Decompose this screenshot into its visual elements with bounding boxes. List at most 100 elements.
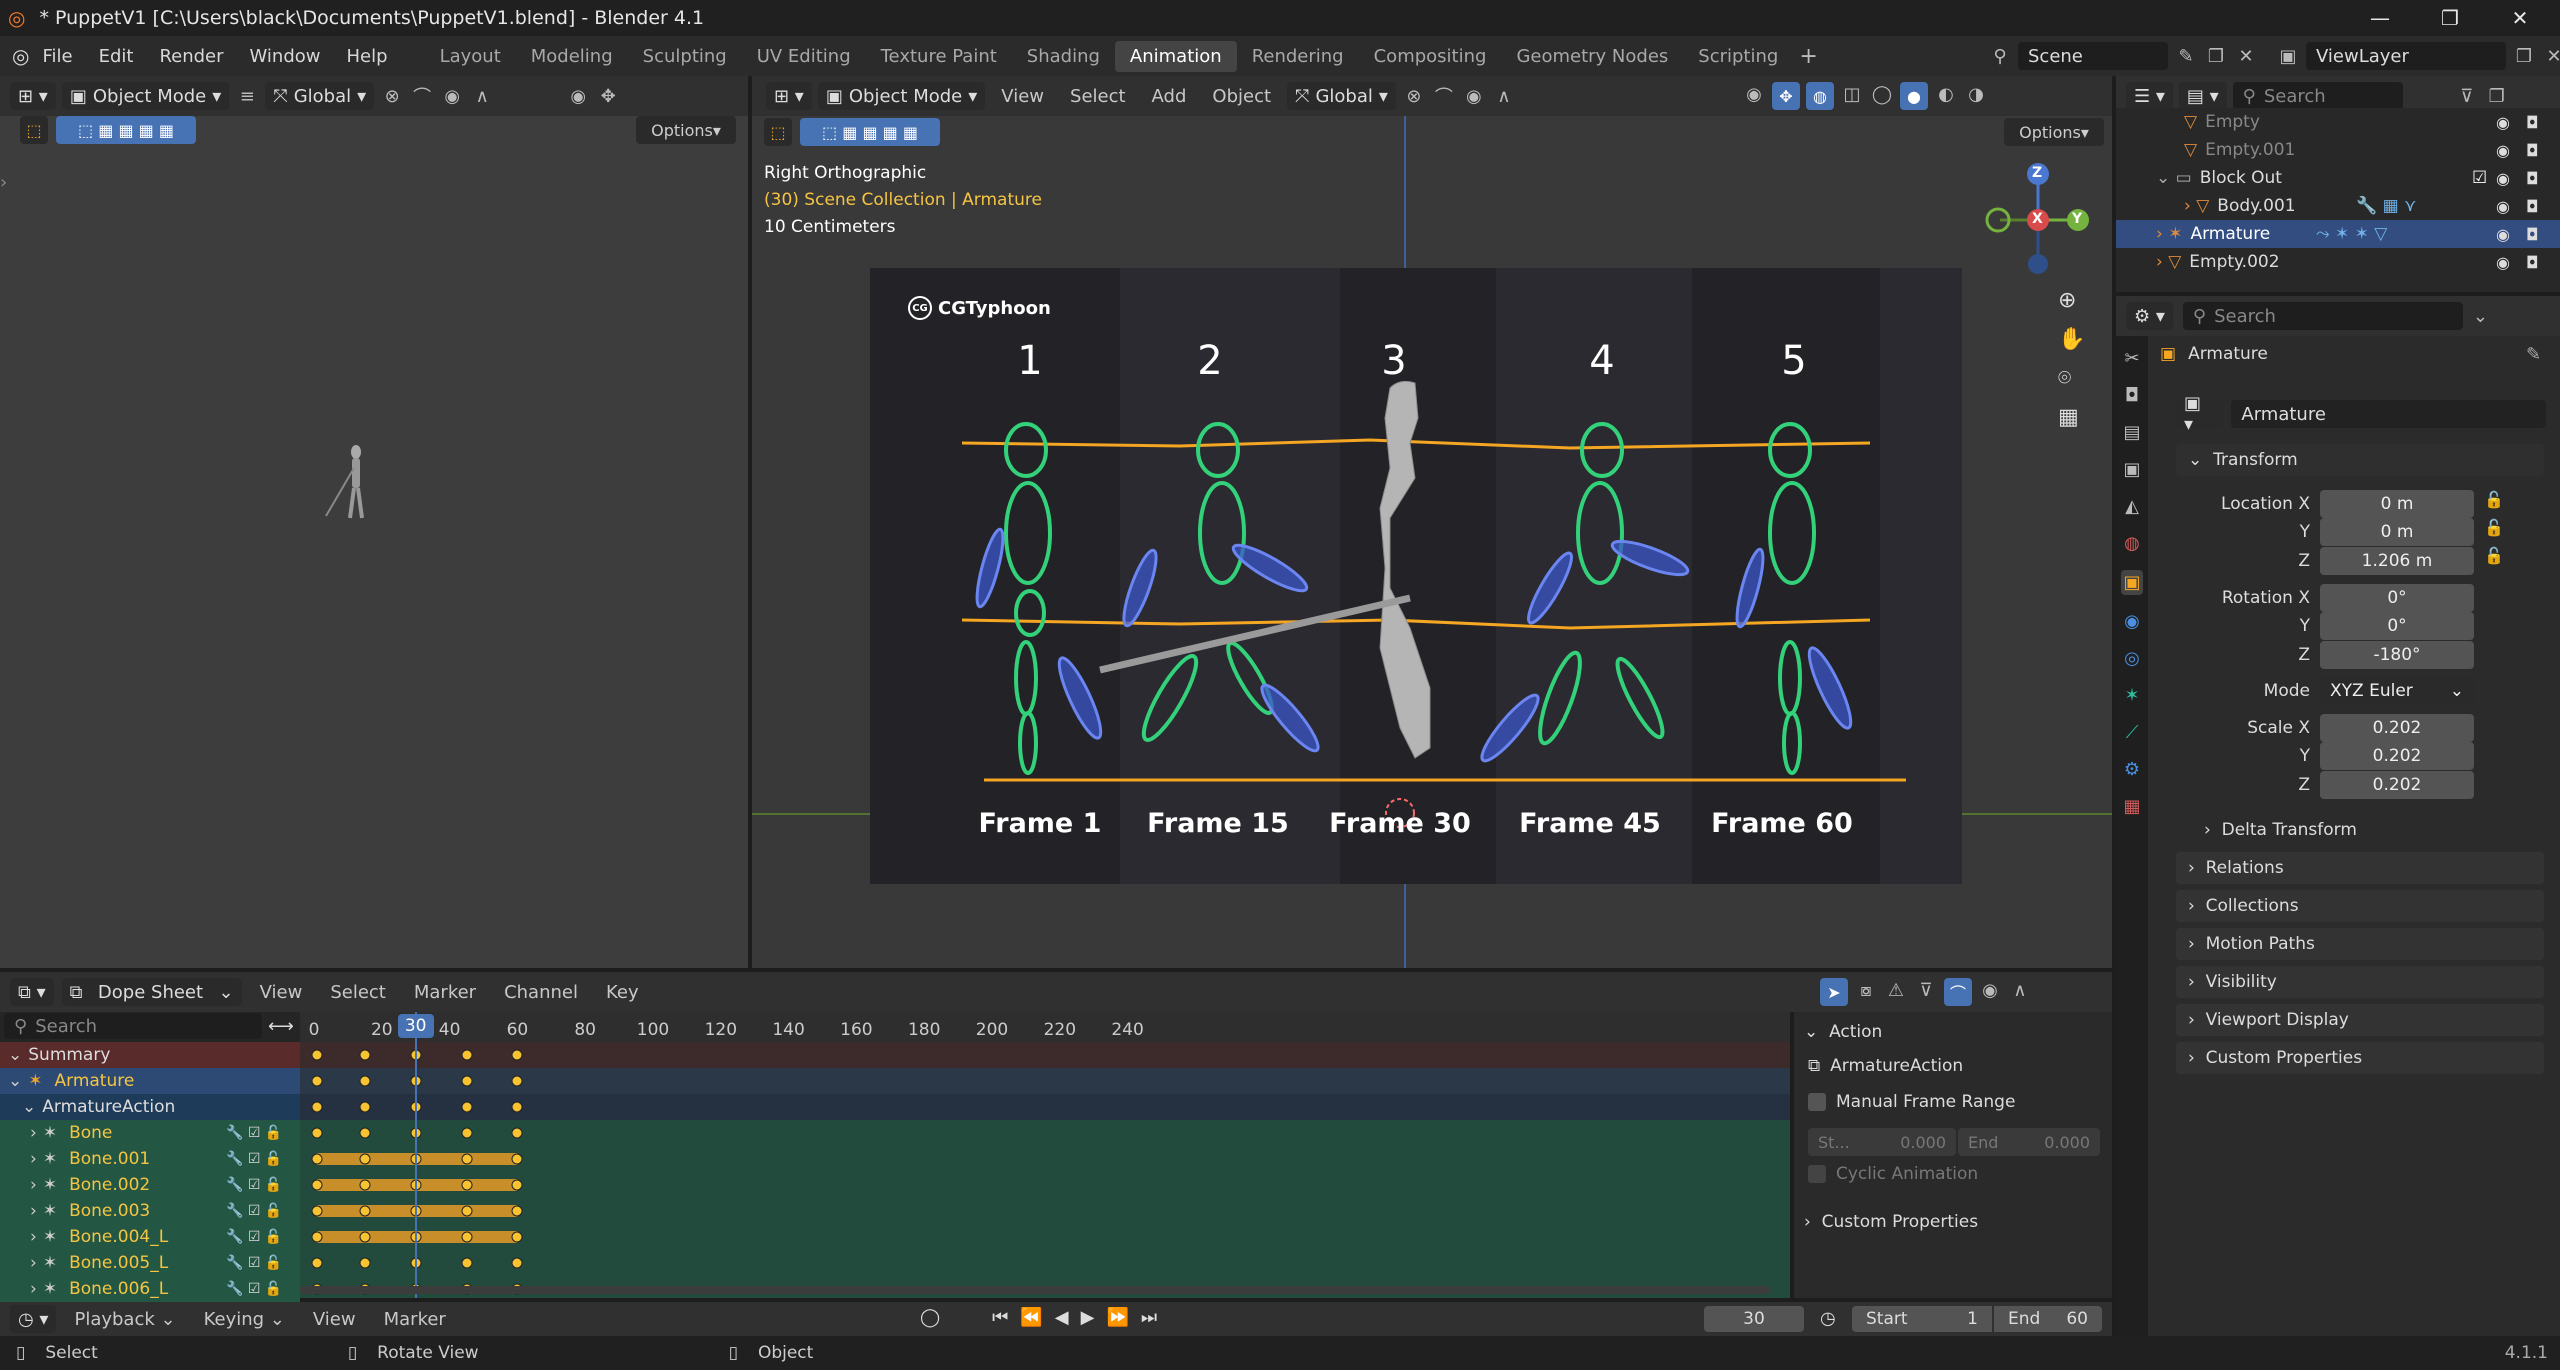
keyframe[interactable] — [461, 1205, 473, 1217]
main-snap-icon[interactable]: ⌒ — [1432, 84, 1456, 108]
keyframe[interactable] — [311, 1179, 323, 1191]
expand-arrow-icon[interactable]: › — [30, 1253, 37, 1273]
camera-view-icon[interactable]: ⌾ — [2058, 366, 2085, 391]
left-mode-select[interactable]: ▣ Object Mode ▾ — [61, 82, 230, 110]
world-tab-icon[interactable]: ◍ — [2124, 533, 2140, 554]
proportional-icon[interactable]: ◉ — [440, 84, 464, 108]
keyframe[interactable] — [461, 1179, 473, 1191]
end-frame-field[interactable]: End 60 — [1994, 1306, 2102, 1332]
keyframe-row[interactable] — [300, 1068, 1790, 1094]
copy-scene-icon[interactable]: ❐ — [2204, 44, 2228, 68]
object-data-tab-icon[interactable]: ✶ — [2124, 685, 2139, 706]
keyframe[interactable] — [359, 1205, 371, 1217]
material-shading-icon[interactable]: ◐ — [1934, 82, 1958, 106]
channel-toggles-icon[interactable]: 🔧 ☑ 🔓 — [226, 1203, 282, 1219]
main-editor-type-select[interactable]: ⊞ ▾ — [766, 82, 812, 110]
keyframe-row[interactable] — [300, 1042, 1790, 1068]
minimize-button[interactable]: — — [2350, 0, 2410, 36]
tab-modeling[interactable]: Modeling — [516, 41, 628, 72]
channel-row[interactable]: › ✶ Bone.006_L 🔧 ☑ 🔓 — [0, 1276, 300, 1302]
expand-arrow-icon[interactable]: ⌄ — [8, 1045, 22, 1065]
output-tab-icon[interactable]: ▤ — [2123, 422, 2140, 443]
keyframe-row[interactable] — [300, 1146, 1790, 1172]
channel-row[interactable]: › ✶ Bone.004_L 🔧 ☑ 🔓 — [0, 1224, 300, 1250]
view-layer-tab-icon[interactable]: ▣ — [2123, 459, 2140, 480]
keyframe[interactable] — [461, 1101, 473, 1113]
lock-icon[interactable]: 🔓 — [2484, 518, 2504, 537]
collections-panel[interactable]: › Collections — [2176, 890, 2544, 922]
rotation-y-field[interactable]: 0° — [2320, 612, 2474, 640]
channel-row[interactable]: ⌄ ✶ Armature — [0, 1068, 300, 1094]
display-mode-select[interactable]: ▤ ▾ — [2178, 82, 2227, 110]
outliner-filter-icon[interactable]: ⊽ — [2455, 84, 2479, 108]
play-icon[interactable]: ▶ — [1081, 1307, 1095, 1328]
expand-arrow-icon[interactable]: › — [30, 1149, 37, 1169]
action-name-row[interactable]: ⧉ ArmatureAction — [1808, 1056, 1963, 1076]
keying-menu[interactable]: Keying ⌄ — [194, 1309, 295, 1330]
keyframe-row[interactable] — [300, 1094, 1790, 1120]
keyframe-row[interactable] — [300, 1250, 1790, 1276]
viewport-display-panel[interactable]: › Viewport Display — [2176, 1004, 2544, 1036]
outliner-row[interactable]: ▽ Empty ◉ ◘ — [2116, 108, 2560, 136]
tab-rendering[interactable]: Rendering — [1237, 41, 1359, 72]
keyframe[interactable] — [511, 1127, 523, 1139]
playback-menu[interactable]: Playback ⌄ — [64, 1309, 185, 1330]
keyframe[interactable] — [511, 1075, 523, 1087]
dopesheet-editor-type-select[interactable]: ⧉ ▾ — [10, 978, 54, 1006]
expand-arrow-icon[interactable]: ⌄ — [22, 1097, 36, 1117]
eye-icon[interactable]: ◉ — [2496, 113, 2510, 132]
bone-tab-icon[interactable]: ⟋ — [2126, 722, 2139, 743]
channel-toggles-icon[interactable]: 🔧 ☑ 🔓 — [226, 1151, 282, 1167]
main-gizmo-toggle-icon[interactable]: ✥ — [1772, 82, 1800, 110]
properties-options-icon[interactable]: ⌄ — [2473, 306, 2488, 327]
timeline-marker-menu[interactable]: Marker — [374, 1309, 456, 1330]
menu-edit[interactable]: Edit — [86, 46, 147, 67]
jump-next-key-icon[interactable]: ⏩ — [1106, 1307, 1128, 1328]
timeline-editor-type-select[interactable]: ◷ ▾ — [10, 1305, 57, 1333]
channel-row[interactable]: › ✶ Bone 🔧 ☑ 🔓 — [0, 1120, 300, 1146]
texture-tab-icon[interactable]: ▦ — [2123, 796, 2140, 817]
tab-texture-paint[interactable]: Texture Paint — [866, 41, 1012, 72]
channel-row[interactable]: › ✶ Bone.002 🔧 ☑ 🔓 — [0, 1172, 300, 1198]
editor-type-select[interactable]: ⊞ ▾ — [10, 82, 56, 110]
keyframe-row[interactable] — [300, 1224, 1790, 1250]
location-x-field[interactable]: 0 m — [2320, 490, 2474, 518]
tab-uv-editing[interactable]: UV Editing — [742, 41, 866, 72]
tab-geometry-nodes[interactable]: Geometry Nodes — [1501, 41, 1683, 72]
timeline-view-menu[interactable]: View — [303, 1309, 366, 1330]
viewlayer-field[interactable]: ViewLayer — [2306, 42, 2506, 70]
outliner-row-selected[interactable]: › ✶ Armature ⤳ ✶ ✶ ▽ ◉ ◘ — [2116, 220, 2560, 248]
expand-arrow-icon[interactable]: › — [30, 1123, 37, 1143]
only-selected-icon[interactable]: ➤ — [1820, 978, 1848, 1006]
show-errors-icon[interactable]: ⚠ — [1884, 978, 1908, 1002]
dopesheet-menu-select[interactable]: Select — [320, 982, 396, 1003]
tab-sculpting[interactable]: Sculpting — [628, 41, 742, 72]
keyframe-row[interactable] — [300, 1120, 1790, 1146]
keyframe[interactable] — [359, 1153, 371, 1165]
keyframe[interactable] — [461, 1257, 473, 1269]
keyframe-row[interactable] — [300, 1198, 1790, 1224]
main-options-button[interactable]: Options ▾ — [2004, 118, 2104, 146]
expand-arrow-icon[interactable]: › — [30, 1201, 37, 1221]
delta-transform-subpanel[interactable]: › Delta Transform — [2204, 820, 2357, 840]
keyframe[interactable] — [311, 1205, 323, 1217]
camera-icon[interactable]: ◘ — [2526, 253, 2539, 272]
expand-arrow-icon[interactable]: › — [30, 1279, 37, 1299]
properties-type-select[interactable]: ⚙ ▾ — [2126, 302, 2173, 330]
current-frame-indicator[interactable]: 30 — [397, 1014, 434, 1038]
main-visibility-icon[interactable]: ◉ — [1742, 82, 1766, 106]
outliner-row[interactable]: ⌄ ▭ Block Out ☑ ◉ ◘ — [2116, 164, 2560, 192]
rendered-shading-icon[interactable]: ◑ — [1964, 82, 1988, 106]
collapse-arrows-icon[interactable]: ⟷ — [268, 1016, 294, 1037]
transform-panel-header[interactable]: ⌄ Transform — [2176, 444, 2544, 476]
eye-icon[interactable]: ◉ — [2496, 197, 2510, 216]
menu-window[interactable]: Window — [237, 46, 334, 67]
outliner-row[interactable]: › ▽ Empty.002 ◉ ◘ — [2116, 248, 2560, 276]
new-collection-icon[interactable]: ❐ — [2485, 84, 2509, 108]
keyframe[interactable] — [511, 1179, 523, 1191]
checkbox-icon[interactable]: ☑ — [2472, 168, 2487, 188]
dopesheet-mode-select[interactable]: ⧉ Dope Sheet ⌄ — [61, 978, 242, 1006]
pan-hand-icon[interactable]: ✋ — [2058, 327, 2085, 352]
expand-arrow-icon[interactable]: ⌄ — [8, 1071, 22, 1091]
close-button[interactable]: ✕ — [2490, 0, 2550, 36]
